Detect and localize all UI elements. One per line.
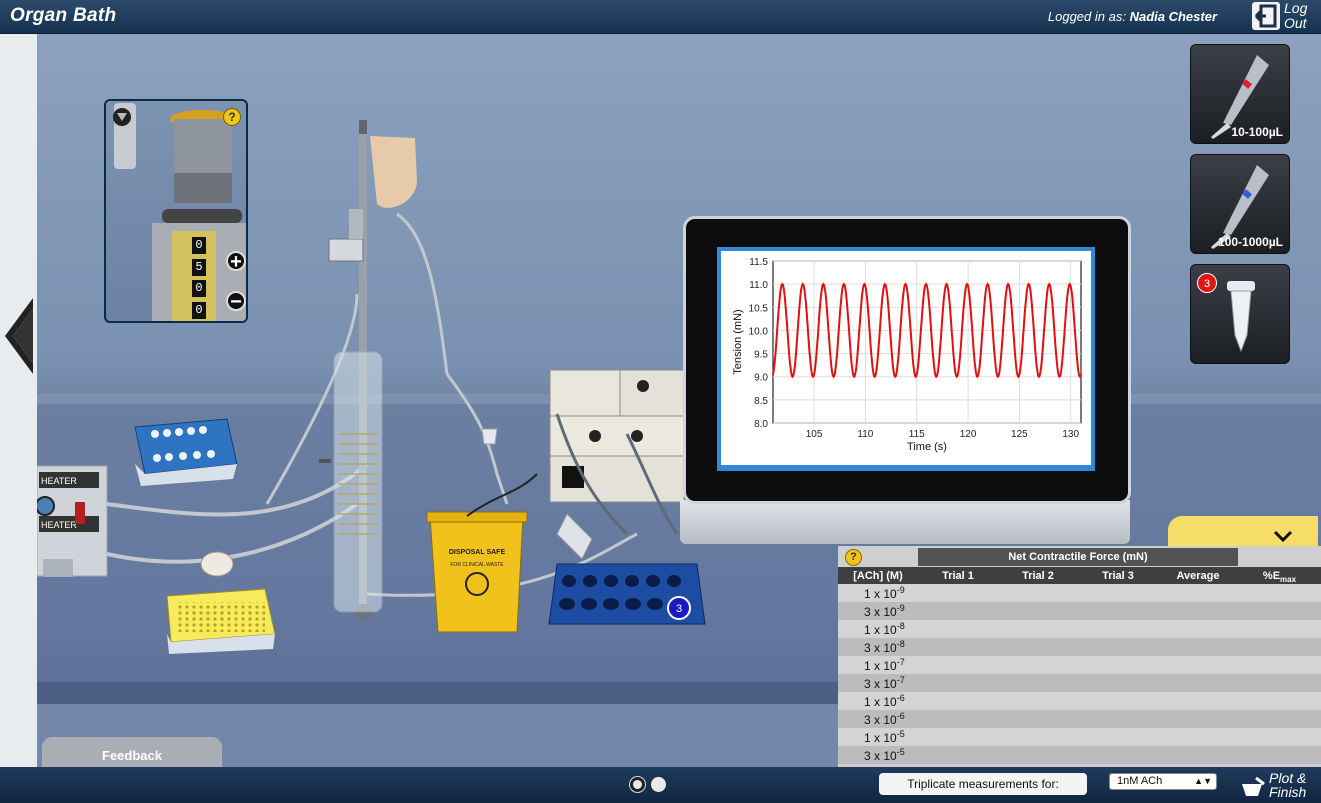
help-icon[interactable]: ? [223,108,241,126]
logout-button[interactable]: Log Out [1250,0,1321,34]
x-tick-label: 105 [806,429,823,440]
volume-minus-button[interactable]: − [226,291,246,312]
col-header-average: Average [1176,570,1220,582]
y-tick-label: 10.5 [749,303,769,314]
disposal-title: DISPOSAL SAFE [449,549,506,556]
logout-label: Log Out [1284,0,1308,31]
x-tick-label: 120 [960,429,977,440]
table-row: 1 x 10-9 [838,584,1321,602]
heater-label: HEATER [41,476,77,486]
tube-rack-badge: 3 [676,603,682,615]
previous-arrow-icon[interactable] [3,298,35,374]
tool-pipette-small[interactable]: 10-100µL [1190,44,1290,144]
top-bar: Organ Bath Logged in as: Nadia Chester L… [0,0,1321,34]
table-row: 3 x 10-5 [838,746,1321,764]
tool-label: 10-100µL [1231,125,1283,139]
page-indicator-active[interactable] [630,777,645,792]
volume-dial-2: 5 [192,259,206,276]
plot-finish-button[interactable]: Plot & Finish [1240,770,1321,800]
y-axis-label: Tension (mN) [732,309,744,374]
table-group-header: Net Contractile Force (mN) [918,548,1238,566]
feedback-tab[interactable]: Feedback [42,737,222,767]
y-tick-label: 9.0 [754,373,768,384]
table-row: 3 x 10-6 [838,710,1321,728]
app-title: Organ Bath [10,5,117,26]
col-header-ach: [ACh] (M) [853,570,903,582]
y-tick-label: 8.5 [754,396,768,407]
tool-tube[interactable]: 3 [1190,264,1290,364]
table-row: 1 x 10-5 [838,728,1321,746]
left-rail [0,34,37,767]
concentration-select[interactable]: 1nM ACh ▲▼ [1109,773,1217,790]
col-header-trial3: Trial 3 [1102,570,1134,582]
login-label: Logged in as: [1047,9,1126,24]
monitor-stand [680,500,1130,544]
table-row: 1 x 10-8 [838,620,1321,638]
x-tick-label: 110 [857,429,873,440]
col-header-trial2: Trial 2 [1022,570,1054,582]
results-table: ? Net Contractile Force (mN) [ACh] (M) T… [838,546,1321,767]
col-header-emax: %Emax [1262,570,1297,585]
tool-label: 100-1000µL [1218,235,1283,249]
heater-label-2: HEATER [41,520,77,530]
x-tick-label: 115 [909,429,925,440]
tension-chart-svg: 8.0 8.5 9.0 9.5 10.0 10.5 11.0 11.5 105 110 115 120… [732,257,1082,453]
tube-count-badge: 3 [1197,273,1217,293]
y-tick-label: 11.0 [749,280,768,291]
user-name: Nadia Chester [1129,9,1217,24]
disposal-bin[interactable]: DISPOSAL SAFE FOR CLINICAL WASTE [426,511,528,633]
table-row: 3 x 10-9 [838,602,1321,620]
yellow-tip-box[interactable] [166,588,276,654]
amplifier[interactable] [466,369,685,536]
x-tick-label: 130 [1062,429,1079,440]
y-tick-label: 8.0 [754,419,768,430]
table-body: 1 x 10-9 3 x 10-9 1 x 10-8 3 x 10-8 1 x … [838,584,1321,767]
select-arrows-icon: ▲▼ [1194,776,1212,786]
triplicate-label: Triplicate measurements for: [879,773,1087,795]
volume-plus-button[interactable]: + [226,251,246,272]
x-tick-label: 125 [1011,429,1028,440]
organ-bath-app: Organ Bath Logged in as: Nadia Chester L… [0,0,1321,803]
volume-dial-3: 0 [192,280,206,297]
col-header-trial1: Trial 1 [942,570,974,582]
concentration-select-value: 1nM ACh [1117,775,1163,787]
tension-chart: 8.0 8.5 9.0 9.5 10.0 10.5 11.0 11.5 105 110 115 120… [721,251,1091,465]
table-row: 1 x 10-6 [838,692,1321,710]
pipette-zoom-panel: ? 0 5 0 0 + − [104,99,248,323]
table-column-headers: [ACh] (M) Trial 1 Trial 2 Trial 3 Averag… [838,567,1321,584]
tube-rack[interactable]: 3 [548,563,706,625]
chevron-down-icon [1273,530,1293,542]
y-tick-label: 10.0 [749,326,769,337]
disposal-subtitle: FOR CLINICAL WASTE [450,562,504,568]
y-tick-label: 11.5 [749,257,768,268]
x-axis-label: Time (s) [907,441,947,453]
logout-icon [1252,2,1280,30]
page-indicator[interactable] [651,777,666,792]
table-collapse-tab[interactable] [1168,516,1318,550]
table-help-icon[interactable]: ? [845,549,862,566]
login-status: Logged in as: Nadia Chester [1048,9,1217,24]
y-tick-label: 9.5 [754,350,768,361]
heater-circulator[interactable]: HEATER HEATER [37,465,108,577]
volume-dial-1: 0 [192,237,206,254]
table-row: 1 x 10-7 [838,656,1321,674]
volume-dial-4: 0 [192,302,206,319]
tool-pipette-large[interactable]: 100-1000µL [1190,154,1290,254]
beaker-icon [1242,776,1265,796]
table-row: 3 x 10-7 [838,674,1321,692]
blue-tip-box[interactable] [134,418,238,486]
plot-finish-label: Plot & Finish [1269,770,1307,800]
table-row: 3 x 10-8 [838,638,1321,656]
